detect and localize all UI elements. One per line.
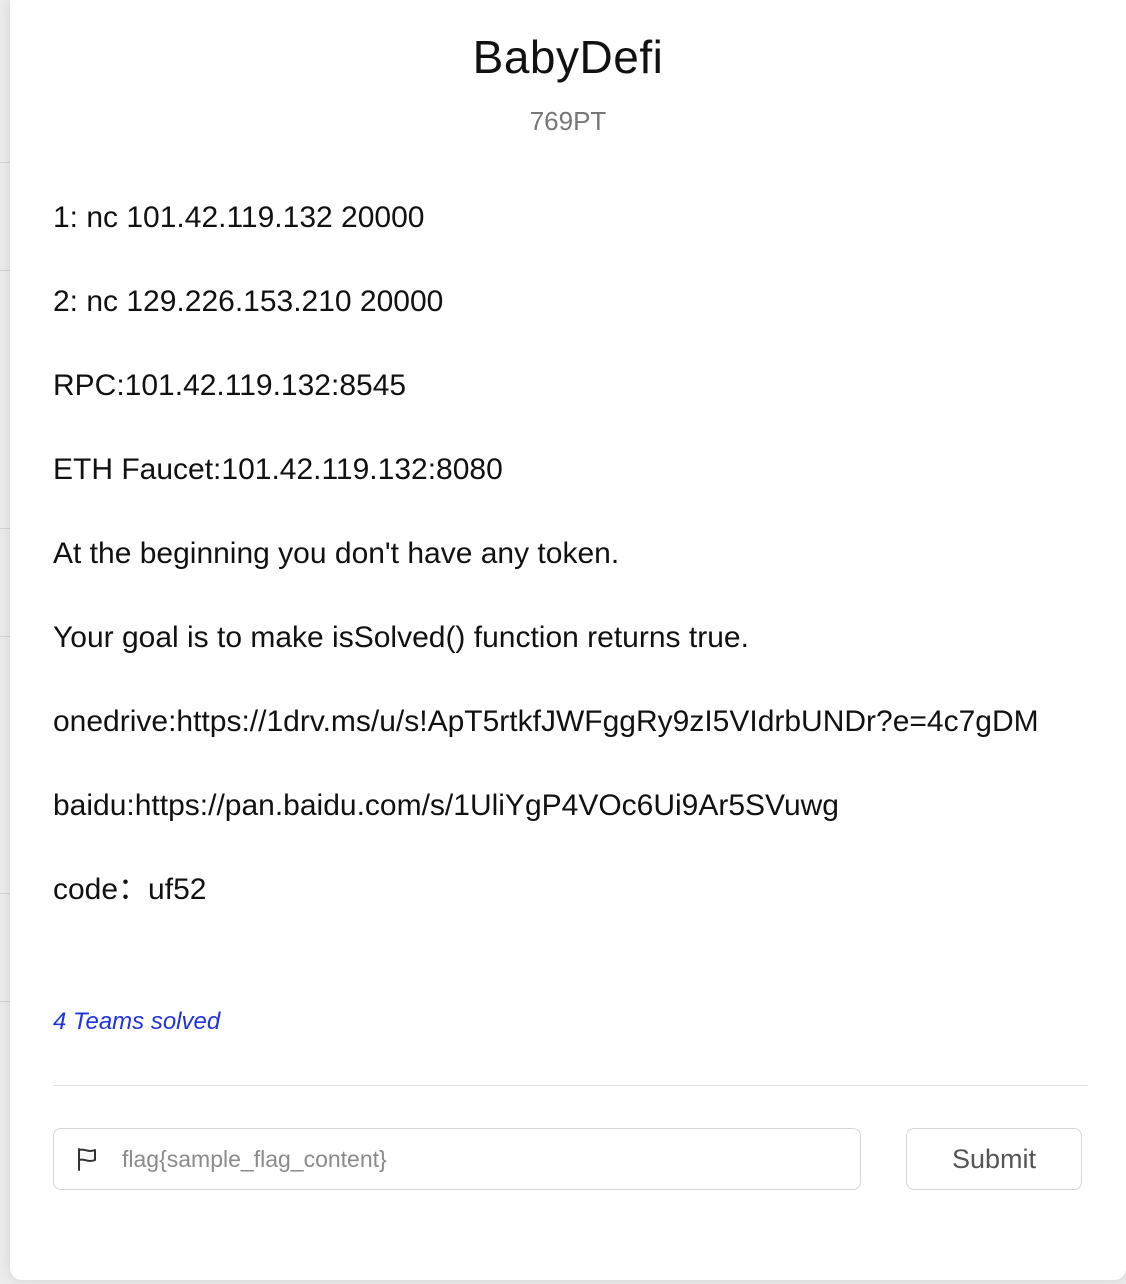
description-line: ETH Faucet:101.42.119.132:8080 [53, 453, 503, 486]
description-line: baidu:https://pan.baidu.com/s/1UliYgP4VO… [53, 789, 839, 822]
challenge-modal: BabyDefi 769PT 1: nc 101.42.119.132 2000… [10, 0, 1126, 1280]
challenge-title: BabyDefi [472, 31, 664, 83]
description-line: 2: nc 129.226.153.210 20000 [53, 285, 444, 318]
description-line: onedrive:https://1drv.ms/u/s!ApT5rtkfJWF… [53, 705, 1039, 738]
teams-solved-link[interactable]: 4 Teams solved [53, 1008, 220, 1036]
description-line: 1: nc 101.42.119.132 20000 [53, 201, 425, 234]
description-line: Your goal is to make isSolved() function… [53, 621, 749, 654]
description-line: code：uf52 [53, 873, 207, 906]
description-line: RPC:101.42.119.132:8545 [53, 369, 407, 402]
flag-input[interactable] [122, 1145, 802, 1173]
flag-input-field[interactable] [53, 1128, 861, 1190]
description-line: At the beginning you don't have any toke… [53, 537, 620, 570]
divider [53, 1085, 1088, 1086]
submit-button[interactable]: Submit [906, 1128, 1082, 1190]
challenge-points: 769PT [529, 106, 607, 136]
flag-icon [74, 1146, 100, 1172]
challenge-description: 1: nc 101.42.119.132 20000 2: nc 129.226… [53, 192, 1093, 948]
